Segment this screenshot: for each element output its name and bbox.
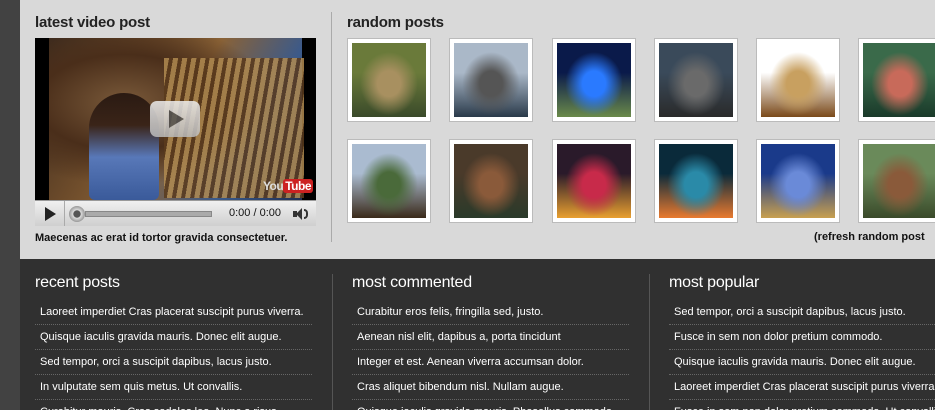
most-commented-list: Curabitur eros felis, fringilla sed, jus… bbox=[352, 300, 629, 410]
recent-posts-title: recent posts bbox=[35, 274, 120, 291]
thumb-statue[interactable] bbox=[347, 38, 431, 122]
thumb-volcano[interactable] bbox=[449, 38, 533, 122]
youtube-logo[interactable]: You Tube bbox=[263, 179, 313, 193]
list-item[interactable]: Cras aliquet bibendum nisl. Nullam augue… bbox=[352, 375, 629, 400]
list-item[interactable]: Curabitur eros felis, fringilla sed, jus… bbox=[352, 300, 629, 325]
play-icon[interactable] bbox=[45, 207, 56, 221]
volume-icon[interactable] bbox=[293, 207, 309, 221]
thumbnail-image bbox=[761, 43, 835, 117]
thumbnail-image bbox=[352, 144, 426, 218]
thumb-dancers[interactable] bbox=[449, 139, 533, 223]
thumbnail-image bbox=[659, 43, 733, 117]
refresh-random-posts-link[interactable]: (refresh random post bbox=[814, 231, 925, 243]
column-divider bbox=[332, 274, 333, 410]
thumb-monument[interactable] bbox=[552, 38, 636, 122]
list-item[interactable]: Aenean nisl elit, dapibus a, porta tinci… bbox=[352, 325, 629, 350]
list-item[interactable]: Fusce in sem non dolor pretium commodo. … bbox=[669, 400, 935, 410]
video-player[interactable]: You Tube 0:00 / 0:00 bbox=[35, 38, 316, 226]
list-item[interactable]: Laoreet imperdiet Cras placerat suscipit… bbox=[35, 300, 312, 325]
thumb-reef[interactable] bbox=[858, 38, 935, 122]
list-item[interactable]: Laoreet imperdiet Cras placerat suscipit… bbox=[669, 375, 935, 400]
video-caption[interactable]: Maecenas ac erat id tortor gravida conse… bbox=[35, 232, 288, 244]
list-item[interactable]: Sed tempor, orci a suscipit dapibus, lac… bbox=[35, 350, 312, 375]
list-item[interactable]: Curabitur mauris. Cras sodales leo. Nunc… bbox=[35, 400, 312, 410]
thumb-temple[interactable] bbox=[654, 38, 738, 122]
list-item[interactable]: Fusce in sem non dolor pretium commodo. bbox=[669, 325, 935, 350]
thumb-instruments[interactable] bbox=[756, 38, 840, 122]
most-popular-title: most popular bbox=[669, 274, 760, 291]
thumbnail-image bbox=[557, 144, 631, 218]
list-item[interactable]: Integer et est. Aenean viverra accumsan … bbox=[352, 350, 629, 375]
video-scene-person bbox=[89, 93, 159, 200]
section-divider bbox=[331, 12, 332, 242]
list-item[interactable]: Quisque iaculis gravida mauris. Donec el… bbox=[35, 325, 312, 350]
thumb-fish[interactable] bbox=[654, 139, 738, 223]
list-item[interactable]: Quisque iaculis gravida mauris. Phasellu… bbox=[352, 400, 629, 410]
left-edge-strip bbox=[0, 0, 20, 410]
most-commented-title: most commented bbox=[352, 274, 472, 291]
thumbnail-image bbox=[352, 43, 426, 117]
thumbnail-image bbox=[454, 144, 528, 218]
list-item[interactable]: In vulputate sem quis metus. Ut convalli… bbox=[35, 375, 312, 400]
column-divider bbox=[649, 274, 650, 410]
thumb-market[interactable] bbox=[552, 139, 636, 223]
thumb-tribesman[interactable] bbox=[858, 139, 935, 223]
video-time: 0:00 / 0:00 bbox=[229, 207, 281, 219]
random-posts-title: random posts bbox=[347, 14, 444, 31]
latest-video-title: latest video post bbox=[35, 14, 150, 31]
most-popular-list: Sed tempor, orci a suscipit dapibus, lac… bbox=[669, 300, 935, 410]
play-overlay-icon[interactable] bbox=[150, 101, 200, 137]
thumbnail-image bbox=[761, 144, 835, 218]
thumb-coral[interactable] bbox=[756, 139, 840, 223]
list-item[interactable]: Quisque iaculis gravida mauris. Donec el… bbox=[669, 350, 935, 375]
list-item[interactable]: Sed tempor, orci a suscipit dapibus, lac… bbox=[669, 300, 935, 325]
control-separator bbox=[64, 201, 65, 226]
thumbnail-image bbox=[863, 43, 935, 117]
seek-bar[interactable] bbox=[85, 211, 212, 217]
thumbnail-image bbox=[557, 43, 631, 117]
thumbnail-image bbox=[863, 144, 935, 218]
seek-handle[interactable] bbox=[69, 206, 85, 222]
video-controls: 0:00 / 0:00 bbox=[35, 200, 316, 226]
recent-posts-list: Laoreet imperdiet Cras placerat suscipit… bbox=[35, 300, 312, 410]
thumbnail-image bbox=[454, 43, 528, 117]
thumb-house[interactable] bbox=[347, 139, 431, 223]
thumbnail-image bbox=[659, 144, 733, 218]
